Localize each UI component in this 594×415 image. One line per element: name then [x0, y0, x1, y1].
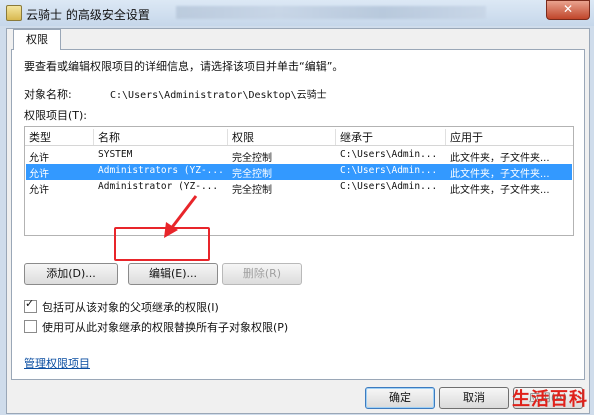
- permission-items-table[interactable]: 类型 名称 权限 继承于 应用于 允许 SYSTEM 完全控制 C:\Users…: [24, 126, 574, 236]
- row-name: SYSTEM: [98, 149, 133, 160]
- row-applies-to: 此文件夹，子文件夹...: [450, 169, 550, 180]
- row-permission: 完全控制: [232, 185, 272, 196]
- edit-button[interactable]: 编辑(E)...: [128, 263, 218, 285]
- column-name[interactable]: 名称: [93, 129, 120, 145]
- window-title: 云骑士 的高级安全设置: [26, 8, 150, 22]
- column-applies-to[interactable]: 应用于: [445, 129, 483, 145]
- remove-button[interactable]: 删除(R): [222, 263, 302, 285]
- ok-button[interactable]: 确定: [365, 387, 435, 409]
- row-inherited-from: C:\Users\Admin...: [340, 165, 438, 176]
- tab-permissions[interactable]: 权限: [13, 29, 61, 50]
- row-permission: 完全控制: [232, 169, 272, 180]
- column-inherited-from[interactable]: 继承于: [335, 129, 373, 145]
- replace-checkbox-label[interactable]: 使用可从此对象继承的权限替换所有子对象权限(P): [42, 319, 288, 335]
- red-arrow-icon: [164, 195, 198, 238]
- table-header: 类型 名称 权限 继承于 应用于: [25, 127, 573, 146]
- table-row[interactable]: 允许 Administrator (YZ-... 完全控制 C:\Users\A…: [26, 180, 572, 196]
- column-permission[interactable]: 权限: [227, 129, 254, 145]
- intro-text: 要查看或编辑权限项目的详细信息，请选择该项目并单击“编辑”。: [24, 60, 344, 73]
- row-name: Administrators (YZ-...: [98, 165, 224, 176]
- row-inherited-from: C:\Users\Admin...: [340, 181, 438, 192]
- blurred-title-area: [176, 6, 486, 19]
- row-permission: 完全控制: [232, 153, 272, 164]
- object-name-label: 对象名称:: [24, 88, 72, 101]
- permission-items-label: 权限项目(T):: [24, 109, 88, 122]
- inherit-checkbox[interactable]: ✓: [24, 297, 38, 314]
- manage-permissions-link[interactable]: 管理权限项目: [24, 355, 90, 371]
- row-inherited-from: C:\Users\Admin...: [340, 149, 438, 160]
- table-row[interactable]: 允许 SYSTEM 完全控制 C:\Users\Admin... 此文件夹，子文…: [26, 148, 572, 164]
- column-type[interactable]: 类型: [29, 129, 51, 145]
- title-bar: 云骑士 的高级安全设置 ✕: [0, 0, 594, 26]
- row-name: Administrator (YZ-...: [98, 181, 219, 192]
- replace-checkbox[interactable]: [24, 320, 38, 334]
- inherit-checkbox-label[interactable]: 包括可从该对象的父项继承的权限(I): [42, 299, 219, 315]
- row-type: 允许: [29, 153, 49, 164]
- lock-folder-icon: [6, 5, 22, 21]
- cancel-button[interactable]: 取消: [439, 387, 509, 409]
- row-type: 允许: [29, 169, 49, 180]
- permissions-tab-body: 要查看或编辑权限项目的详细信息，请选择该项目并单击“编辑”。 对象名称: C:\…: [11, 49, 585, 380]
- table-row-selected[interactable]: 允许 Administrators (YZ-... 完全控制 C:\Users\…: [26, 164, 572, 180]
- row-applies-to: 此文件夹，子文件夹...: [450, 153, 550, 164]
- close-button[interactable]: ✕: [546, 0, 590, 20]
- object-name-value: C:\Users\Administrator\Desktop\云骑士: [110, 90, 327, 101]
- add-button[interactable]: 添加(D)...: [24, 263, 118, 285]
- watermark-text: 生活百科: [512, 389, 588, 410]
- check-icon: ✓: [25, 297, 35, 310]
- row-type: 允许: [29, 185, 49, 196]
- row-applies-to: 此文件夹，子文件夹...: [450, 185, 550, 196]
- dialog-panel: 权限 要查看或编辑权限项目的详细信息，请选择该项目并单击“编辑”。 对象名称: …: [6, 28, 590, 414]
